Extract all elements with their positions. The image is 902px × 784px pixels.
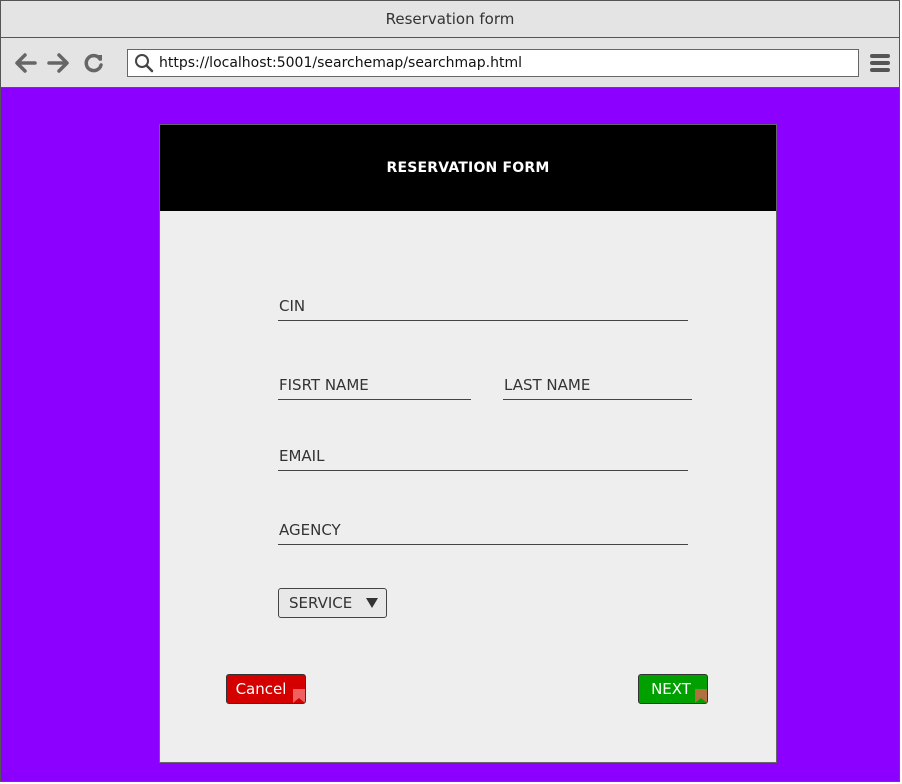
cancel-button-label: Cancel <box>235 680 287 698</box>
browser-toolbar: https://localhost:5001/searchemap/search… <box>1 38 899 88</box>
hamburger-menu-icon <box>870 54 890 72</box>
email-label: EMAIL <box>279 447 325 465</box>
agency-field[interactable]: AGENCY <box>278 517 688 545</box>
first-name-field[interactable]: FISRT NAME <box>278 372 471 400</box>
search-icon <box>133 52 155 74</box>
cancel-button[interactable]: Cancel <box>226 674 306 704</box>
reservation-form-panel: RESERVATION FORM CIN FISRT NAME LAST NAM… <box>159 124 777 763</box>
arrow-left-icon <box>15 53 37 73</box>
agency-label: AGENCY <box>279 521 341 539</box>
form-title: RESERVATION FORM <box>386 160 550 176</box>
cin-label: CIN <box>279 297 306 315</box>
service-select[interactable]: SERVICE <box>278 588 387 618</box>
email-field[interactable]: EMAIL <box>278 443 688 471</box>
next-button-label: NEXT <box>651 680 691 698</box>
address-bar[interactable]: https://localhost:5001/searchemap/search… <box>127 49 859 77</box>
back-button[interactable] <box>13 50 39 76</box>
url-text[interactable]: https://localhost:5001/searchemap/search… <box>159 55 522 71</box>
browser-window: Reservation form https://localhost:5001/… <box>0 0 900 782</box>
bookmark-corner-icon <box>695 689 707 703</box>
last-name-label: LAST NAME <box>504 376 591 394</box>
next-button[interactable]: NEXT <box>638 674 708 704</box>
service-select-value: SERVICE <box>289 594 353 612</box>
browser-menu-button[interactable] <box>869 51 891 75</box>
forward-button[interactable] <box>45 50 71 76</box>
window-title: Reservation form <box>385 10 515 28</box>
bookmark-corner-icon <box>293 689 305 703</box>
last-name-field[interactable]: LAST NAME <box>503 372 692 400</box>
cin-field[interactable]: CIN <box>278 293 688 321</box>
first-name-label: FISRT NAME <box>279 376 369 394</box>
triangle-down-icon <box>366 598 378 608</box>
arrow-right-icon <box>47 53 69 73</box>
reload-icon <box>84 53 103 73</box>
form-header: RESERVATION FORM <box>160 125 776 211</box>
reload-button[interactable] <box>81 50 107 76</box>
window-titlebar: Reservation form <box>1 1 899 38</box>
